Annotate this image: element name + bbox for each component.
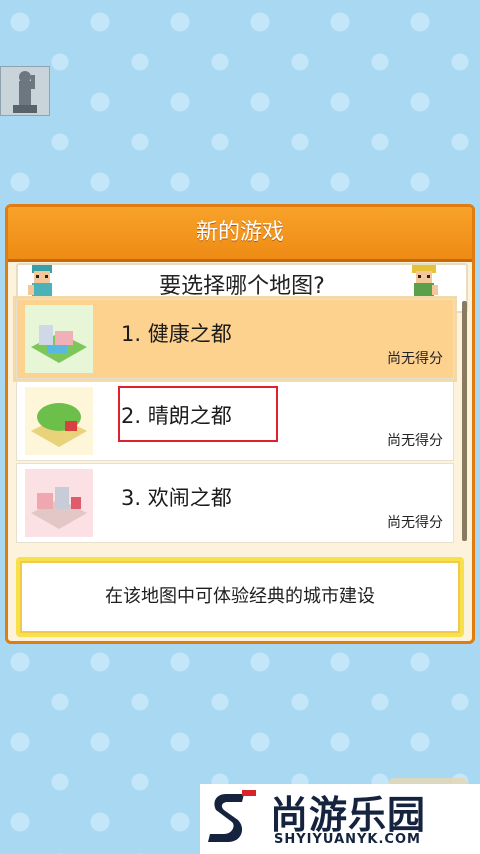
dialog-title: 新的游戏 (8, 207, 472, 262)
site-logo-icon (208, 790, 256, 842)
site-watermark: 尚游乐园 SHYIYUANYK.COM (200, 784, 480, 854)
guide-character-left-icon (24, 263, 60, 303)
map-score: 尚无得分 (387, 433, 443, 449)
statue-icon (1, 67, 49, 115)
map-description: 在该地图中可体验经典的城市建设 (16, 557, 464, 637)
map-item-1[interactable]: 1. 健康之都 尚无得分 (13, 296, 457, 382)
map-score: 尚无得分 (387, 351, 443, 367)
player-avatar[interactable] (0, 66, 50, 116)
watermark-title: 尚游乐园 (270, 793, 427, 837)
map-name: 1. 健康之都 (121, 322, 232, 346)
map-score: 尚无得分 (387, 515, 443, 531)
lively-city-map-icon (25, 469, 93, 537)
watermark-url: SHYIYUANYK.COM (274, 832, 421, 847)
annotation-highlight-box (118, 386, 278, 442)
sunny-city-map-icon (25, 387, 93, 455)
map-item-3[interactable]: 3. 欢闹之都 尚无得分 (16, 463, 454, 543)
map-list-scrollbar[interactable] (462, 301, 467, 541)
health-city-map-icon (25, 305, 93, 373)
map-name: 3. 欢闹之都 (121, 486, 232, 510)
guide-character-right-icon (406, 263, 442, 303)
